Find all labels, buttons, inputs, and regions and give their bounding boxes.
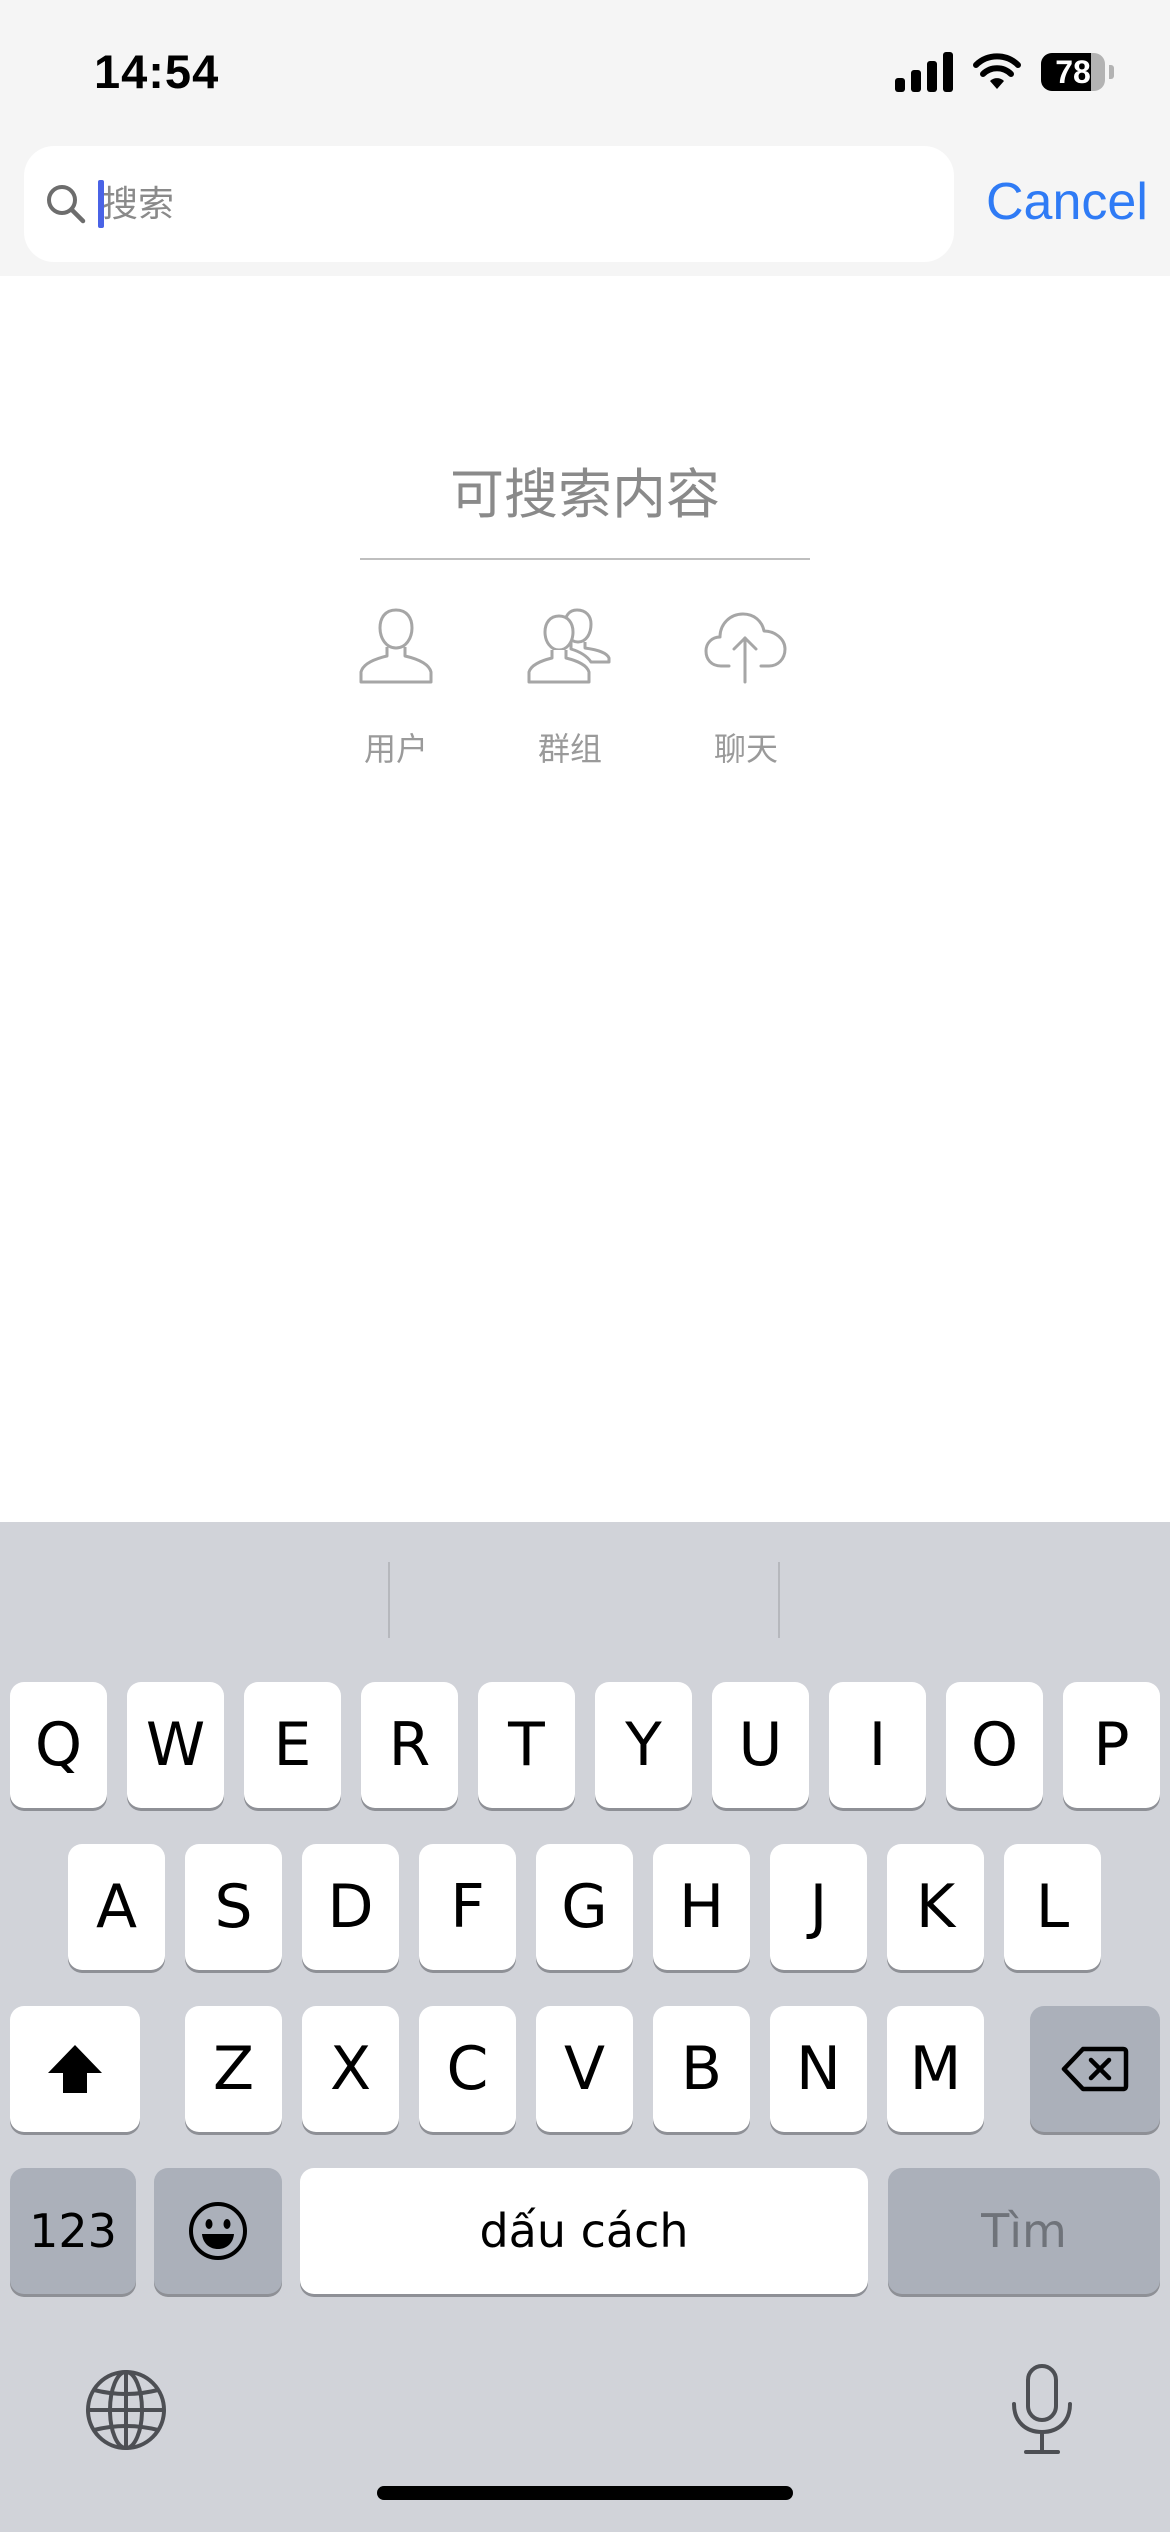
category-chats[interactable]: 聊天	[676, 604, 816, 774]
key-f[interactable]: F	[419, 1844, 516, 1970]
key-e[interactable]: E	[244, 1682, 341, 1808]
key-a[interactable]: A	[68, 1844, 165, 1970]
key-r[interactable]: R	[361, 1682, 458, 1808]
battery-icon: 78	[1041, 53, 1105, 91]
key-l[interactable]: L	[1004, 1844, 1101, 1970]
key-n[interactable]: N	[770, 2006, 867, 2132]
cellular-signal-icon	[895, 52, 953, 92]
search-icon	[47, 185, 86, 224]
key-d[interactable]: D	[302, 1844, 399, 1970]
suggestion-divider	[778, 1562, 780, 1638]
search-input[interactable]	[102, 174, 922, 234]
title-divider	[360, 558, 810, 560]
status-icons: 78	[895, 52, 1114, 92]
search-bar[interactable]	[24, 146, 954, 262]
text-cursor	[98, 180, 104, 228]
category-label: 聊天	[713, 730, 778, 768]
key-x[interactable]: X	[302, 2006, 399, 2132]
key-b[interactable]: B	[653, 2006, 750, 2132]
shift-key[interactable]	[10, 2006, 140, 2132]
key-u[interactable]: U	[712, 1682, 809, 1808]
home-indicator	[377, 2486, 793, 2500]
space-key[interactable]: dấu cách	[300, 2168, 868, 2294]
key-g[interactable]: G	[536, 1844, 633, 1970]
category-label: 群组	[537, 730, 602, 768]
group-icon	[527, 608, 611, 684]
shift-icon	[48, 2045, 102, 2093]
numbers-key[interactable]: 123	[10, 2168, 136, 2294]
cloud-upload-icon	[704, 612, 787, 684]
cancel-button[interactable]: Cancel	[986, 172, 1148, 232]
searchable-content-title: 可搜索内容	[450, 463, 720, 526]
key-j[interactable]: J	[770, 1844, 867, 1970]
key-q[interactable]: Q	[10, 1682, 107, 1808]
backspace-icon	[1061, 2046, 1129, 2092]
battery-nub	[1109, 65, 1114, 79]
key-v[interactable]: V	[536, 2006, 633, 2132]
screen: 14:54 78 Cancel 可搜索内容 用户	[0, 0, 1170, 2532]
key-y[interactable]: Y	[595, 1682, 692, 1808]
emoji-icon	[189, 2202, 247, 2260]
search-key[interactable]: Tìm	[888, 2168, 1160, 2294]
key-h[interactable]: H	[653, 1844, 750, 1970]
battery-percent: 78	[1055, 54, 1091, 90]
key-k[interactable]: K	[887, 1844, 984, 1970]
category-users[interactable]: 用户	[326, 604, 466, 774]
globe-icon[interactable]	[84, 2368, 168, 2452]
status-time: 14:54	[94, 45, 220, 98]
category-label: 用户	[363, 730, 428, 768]
key-w[interactable]: W	[127, 1682, 224, 1808]
backspace-key[interactable]	[1030, 2006, 1160, 2132]
user-icon	[359, 608, 433, 684]
key-z[interactable]: Z	[185, 2006, 282, 2132]
key-c[interactable]: C	[419, 2006, 516, 2132]
emoji-key[interactable]	[154, 2168, 282, 2294]
suggestion-divider	[388, 1562, 390, 1638]
category-groups[interactable]: 群组	[500, 604, 640, 774]
wifi-icon	[973, 53, 1021, 89]
key-m[interactable]: M	[887, 2006, 984, 2132]
key-o[interactable]: O	[946, 1682, 1043, 1808]
key-t[interactable]: T	[478, 1682, 575, 1808]
key-s[interactable]: S	[185, 1844, 282, 1970]
key-i[interactable]: I	[829, 1682, 926, 1808]
keyboard: Q W E R T Y U I O P A S D F G H J K L Z …	[0, 1522, 1170, 2532]
microphone-icon[interactable]	[1006, 2362, 1078, 2458]
key-p[interactable]: P	[1063, 1682, 1160, 1808]
